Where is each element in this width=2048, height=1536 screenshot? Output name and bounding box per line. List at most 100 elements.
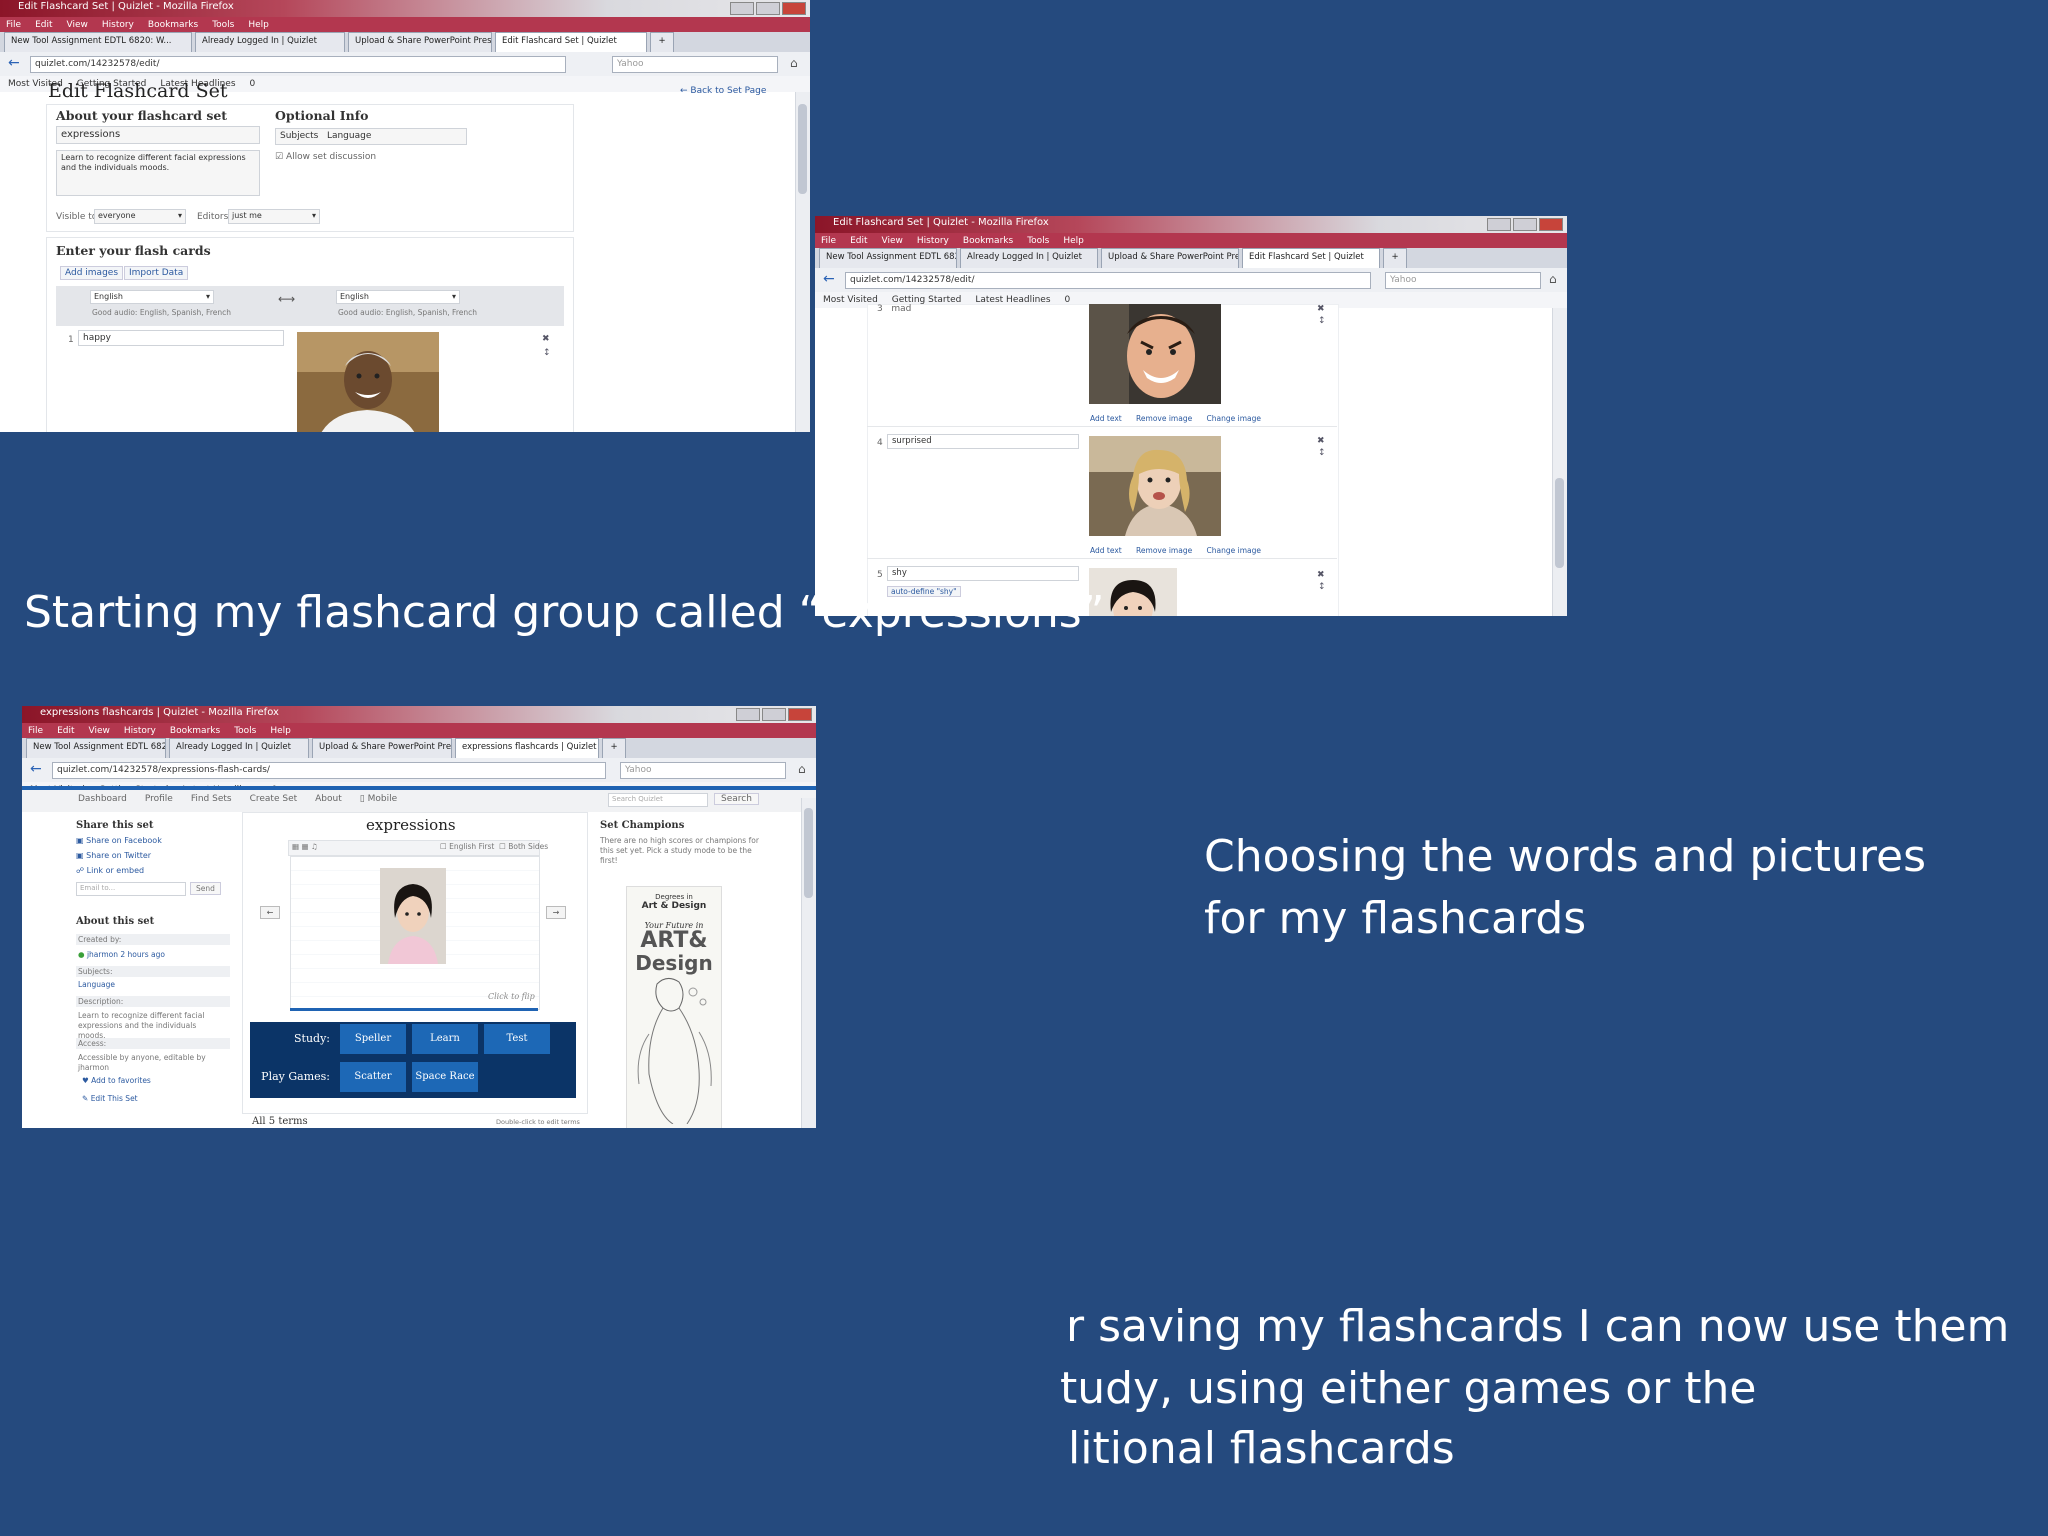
scroll-thumb[interactable] bbox=[804, 808, 813, 898]
home-icon[interactable]: ⌂ bbox=[798, 762, 806, 776]
menu-view[interactable]: View bbox=[89, 726, 110, 736]
maximize-icon[interactable] bbox=[762, 708, 786, 721]
tab-edit-flashcard[interactable]: Edit Flashcard Set | Quizlet bbox=[495, 32, 647, 52]
menu-tools[interactable]: Tools bbox=[1027, 236, 1049, 246]
new-tab-button[interactable]: + bbox=[1383, 248, 1407, 268]
english-first-option[interactable]: ☐ English First bbox=[440, 842, 494, 851]
menu-view[interactable]: View bbox=[882, 236, 903, 246]
set-title-input[interactable]: expressions bbox=[56, 126, 260, 144]
vertical-scrollbar[interactable] bbox=[1552, 308, 1567, 616]
email-input[interactable]: Email to... bbox=[76, 882, 186, 896]
menu-help[interactable]: Help bbox=[1063, 236, 1084, 246]
tab-edit-flashcard[interactable]: Edit Flashcard Set | Quizlet bbox=[1242, 248, 1380, 268]
next-card-button[interactable]: → bbox=[546, 906, 566, 919]
card-term-input[interactable]: happy bbox=[78, 330, 284, 346]
menu-help[interactable]: Help bbox=[270, 726, 291, 736]
swap-icon[interactable]: ⟷ bbox=[278, 292, 295, 306]
nav-mobile[interactable]: ▯ Mobile bbox=[360, 794, 397, 804]
url-bar[interactable]: quizlet.com/14232578/edit/ bbox=[30, 56, 566, 73]
card-term-input[interactable]: shy bbox=[887, 566, 1079, 581]
back-arrow-icon[interactable]: ← bbox=[30, 761, 42, 777]
menu-help[interactable]: Help bbox=[248, 20, 269, 30]
remove-image-link[interactable]: Remove image bbox=[1136, 414, 1192, 423]
nav-find-sets[interactable]: Find Sets bbox=[191, 794, 232, 804]
created-by-value[interactable]: jharmon 2 hours ago bbox=[87, 950, 165, 959]
link-embed-link[interactable]: ☍ Link or embed bbox=[76, 866, 144, 875]
tab-assignment[interactable]: New Tool Assignment EDTL 6820: W... bbox=[4, 32, 192, 52]
tab-expressions-flashcards[interactable]: expressions flashcards | Quizlet bbox=[455, 738, 599, 758]
share-facebook-link[interactable]: ▣ Share on Facebook bbox=[76, 836, 162, 845]
back-to-set-link[interactable]: ← Back to Set Page bbox=[680, 86, 766, 96]
search-box[interactable]: Yahoo bbox=[1385, 272, 1541, 289]
scroll-thumb[interactable] bbox=[1555, 478, 1564, 568]
learn-button[interactable]: Learn bbox=[412, 1024, 478, 1054]
delete-card-icon[interactable]: ✖ bbox=[542, 334, 550, 344]
home-icon[interactable]: ⌂ bbox=[790, 56, 798, 70]
menu-history[interactable]: History bbox=[917, 236, 949, 246]
site-search-button[interactable]: Search bbox=[714, 793, 759, 805]
tab-logged-in[interactable]: Already Logged In | Quizlet bbox=[960, 248, 1098, 268]
menu-edit[interactable]: Edit bbox=[57, 726, 74, 736]
vertical-scrollbar[interactable] bbox=[795, 92, 810, 432]
minimize-icon[interactable] bbox=[736, 708, 760, 721]
url-bar[interactable]: quizlet.com/14232578/expressions-flash-c… bbox=[52, 762, 606, 779]
tab-slideshare[interactable]: Upload & Share PowerPoint Presenta... bbox=[348, 32, 492, 52]
tab-logged-in[interactable]: Already Logged In | Quizlet bbox=[195, 32, 345, 52]
close-icon[interactable] bbox=[1539, 218, 1563, 231]
tab-slideshare[interactable]: Upload & Share PowerPoint Presenta... bbox=[1101, 248, 1239, 268]
add-images-button[interactable]: Add images bbox=[60, 266, 124, 280]
nav-about[interactable]: About bbox=[315, 794, 342, 804]
edit-set-link[interactable]: ✎ Edit This Set bbox=[82, 1094, 138, 1103]
reorder-card-icon[interactable]: ↕ bbox=[1318, 316, 1326, 326]
bookmark-facebook[interactable]: 0 bbox=[250, 79, 256, 89]
menu-history[interactable]: History bbox=[102, 20, 134, 30]
menu-tools[interactable]: Tools bbox=[234, 726, 256, 736]
add-text-link[interactable]: Add text bbox=[1090, 546, 1122, 555]
change-image-link[interactable]: Change image bbox=[1207, 414, 1261, 423]
menu-bookmarks[interactable]: Bookmarks bbox=[170, 726, 220, 736]
delete-card-icon[interactable]: ✖ bbox=[1317, 436, 1325, 446]
new-tab-button[interactable]: + bbox=[602, 738, 626, 758]
remove-image-link[interactable]: Remove image bbox=[1136, 546, 1192, 555]
new-tab-button[interactable]: + bbox=[650, 32, 674, 52]
speller-button[interactable]: Speller bbox=[340, 1024, 406, 1054]
url-bar[interactable]: quizlet.com/14232578/edit/ bbox=[845, 272, 1371, 289]
nav-profile[interactable]: Profile bbox=[145, 794, 173, 804]
reorder-card-icon[interactable]: ↕ bbox=[543, 348, 551, 358]
delete-card-icon[interactable]: ✖ bbox=[1317, 304, 1325, 314]
send-button[interactable]: Send bbox=[190, 882, 221, 895]
prev-card-button[interactable]: ← bbox=[260, 906, 280, 919]
menu-bookmarks[interactable]: Bookmarks bbox=[148, 20, 198, 30]
minimize-icon[interactable] bbox=[1487, 218, 1511, 231]
search-box[interactable]: Yahoo bbox=[620, 762, 786, 779]
scatter-button[interactable]: Scatter bbox=[340, 1062, 406, 1092]
minimize-icon[interactable] bbox=[730, 2, 754, 15]
definition-language-select[interactable]: English ▾ bbox=[336, 290, 460, 304]
reorder-card-icon[interactable]: ↕ bbox=[1318, 448, 1326, 458]
menu-history[interactable]: History bbox=[124, 726, 156, 736]
menu-tools[interactable]: Tools bbox=[212, 20, 234, 30]
advertisement[interactable]: Degrees in Art & Design Your Future in A… bbox=[626, 886, 722, 1128]
menu-file[interactable]: File bbox=[6, 20, 21, 30]
card-toolbar-icons[interactable]: ▦ ▦ ♫ bbox=[292, 842, 318, 851]
back-arrow-icon[interactable]: ← bbox=[8, 55, 20, 71]
add-favorites-link[interactable]: ♥ Add to favorites bbox=[82, 1076, 151, 1085]
card-term-input[interactable]: surprised bbox=[887, 434, 1079, 449]
reorder-card-icon[interactable]: ↕ bbox=[1318, 582, 1326, 592]
close-icon[interactable] bbox=[788, 708, 812, 721]
space-race-button[interactable]: Space Race bbox=[412, 1062, 478, 1092]
allow-discussion-row[interactable]: ☑ Allow set discussion bbox=[275, 152, 376, 162]
share-twitter-link[interactable]: ▣ Share on Twitter bbox=[76, 851, 151, 860]
nav-create-set[interactable]: Create Set bbox=[250, 794, 298, 804]
checkbox-icon[interactable]: ☑ bbox=[275, 152, 283, 162]
add-text-link[interactable]: Add text bbox=[1090, 414, 1122, 423]
maximize-icon[interactable] bbox=[756, 2, 780, 15]
menu-view[interactable]: View bbox=[67, 20, 88, 30]
close-icon[interactable] bbox=[782, 2, 806, 15]
both-sides-option[interactable]: ☐ Both Sides bbox=[499, 842, 548, 851]
search-box[interactable]: Yahoo bbox=[612, 56, 778, 73]
editors-select[interactable]: just me ▾ bbox=[228, 209, 320, 224]
menu-file[interactable]: File bbox=[28, 726, 43, 736]
nav-dashboard[interactable]: Dashboard bbox=[78, 794, 127, 804]
tab-assignment[interactable]: New Tool Assignment EDTL 6820: W... bbox=[26, 738, 166, 758]
